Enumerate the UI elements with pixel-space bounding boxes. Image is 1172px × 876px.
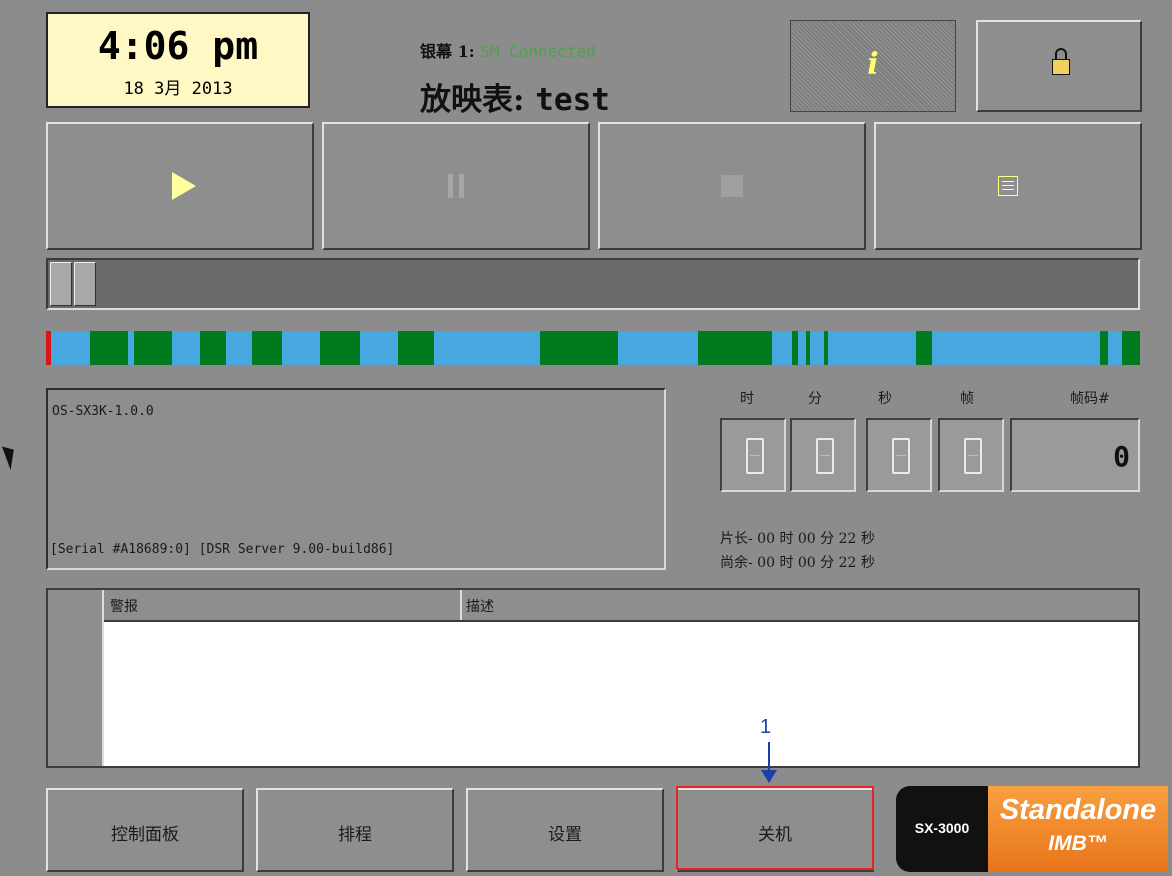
screen-label: 银幕 1: xyxy=(420,42,481,61)
system-log-panel: OS-SX3K-1.0.0 [Serial #A18689:0] [DSR Se… xyxy=(46,388,666,570)
description-column-label: 描述 xyxy=(466,599,494,615)
alarm-row-header-column xyxy=(48,590,104,766)
list-icon xyxy=(998,176,1018,196)
tc-header-frames: 帧 xyxy=(960,391,974,407)
annotation-arrow-line xyxy=(768,742,770,772)
tc-seconds-box xyxy=(866,418,932,492)
lock-button[interactable] xyxy=(976,20,1142,112)
timeline-segment xyxy=(1100,331,1108,365)
info-icon: i xyxy=(867,47,879,82)
timeline-segment xyxy=(134,331,172,365)
info-button[interactable]: i xyxy=(790,20,956,112)
brand-name-block: Standalone IMB™ xyxy=(988,786,1168,872)
clock-date: 18 3月 2013 xyxy=(123,79,233,99)
alarm-table-body xyxy=(104,622,1138,766)
timeline-marker-start xyxy=(46,331,51,365)
tab-label: 控制面板 xyxy=(111,825,179,845)
stop-button[interactable] xyxy=(598,122,866,250)
framecode-box: 0 xyxy=(1010,418,1140,492)
tc-header-framecode: 帧码# xyxy=(1070,391,1110,407)
brand-line1: Standalone xyxy=(999,794,1157,826)
seven-segment-digit xyxy=(746,438,764,474)
brand-logo: SX-3000 Standalone IMB™ xyxy=(896,786,1168,872)
duration-remaining: 尚余- 00 时 00 分 22 秒 xyxy=(720,555,875,571)
slider-thumb-right[interactable] xyxy=(74,262,96,306)
screen-status: 银幕 1: SM Connected xyxy=(420,38,596,62)
timeline-segment xyxy=(320,331,360,365)
seven-segment-digit xyxy=(816,438,834,474)
seven-segment-digit xyxy=(892,438,910,474)
alarm-table-header: 警报 描述 xyxy=(104,590,1138,622)
tab-settings[interactable]: 设置 xyxy=(466,788,664,872)
brand-model-block: SX-3000 xyxy=(896,786,988,872)
annotation-number: 1 xyxy=(760,716,772,738)
timeline-segment xyxy=(698,331,772,365)
playlist-title: 放映表: test xyxy=(420,74,610,119)
duration-length: 片长- 00 时 00 分 22 秒 xyxy=(720,531,875,547)
alarm-table: 警报 描述 xyxy=(46,588,1140,768)
tc-hours-box xyxy=(720,418,786,492)
timeline-segment xyxy=(792,331,798,365)
tc-minutes-box xyxy=(790,418,856,492)
play-icon xyxy=(172,172,196,200)
tc-header-seconds: 秒 xyxy=(878,391,892,407)
tab-control-panel[interactable]: 控制面板 xyxy=(46,788,244,872)
tab-schedule[interactable]: 排程 xyxy=(256,788,454,872)
play-button[interactable] xyxy=(46,122,314,250)
brand-line2: IMB™ xyxy=(1048,832,1108,855)
alarm-column-header[interactable]: 警报 xyxy=(104,590,462,620)
timeline-segment xyxy=(806,331,810,365)
arrow-down-icon xyxy=(761,770,777,783)
seven-segment-digit xyxy=(964,438,982,474)
tc-frames-box xyxy=(938,418,1004,492)
stop-icon xyxy=(721,175,743,197)
slider-thumb-left[interactable] xyxy=(50,262,72,306)
tc-header-hours: 时 xyxy=(740,391,754,407)
software-version: OS-SX3K-1.0.0 xyxy=(52,404,154,419)
tab-label: 排程 xyxy=(338,825,372,845)
pause-button[interactable] xyxy=(322,122,590,250)
timeline-segment xyxy=(824,331,828,365)
alarm-column-label: 警报 xyxy=(110,599,138,615)
clock-display: 4:06 pm 18 3月 2013 xyxy=(46,12,310,108)
connection-status: SM Connected xyxy=(480,42,596,61)
projector-ui: 4:06 pm 18 3月 2013 银幕 1: SM Connected 放映… xyxy=(0,0,1172,876)
server-info: [Serial #A18689:0] [DSR Server 9.00-buil… xyxy=(50,542,395,557)
clock-time: 4:06 pm xyxy=(97,24,259,68)
lock-icon xyxy=(1052,48,1070,78)
brand-model: SX-3000 xyxy=(914,820,970,836)
tc-header-minutes: 分 xyxy=(808,391,822,407)
timeline-segment xyxy=(540,331,618,365)
timeline-segment xyxy=(90,331,128,365)
highlight-box xyxy=(676,786,874,870)
timeline-segment xyxy=(252,331,282,365)
playlist-label: 放映表: xyxy=(420,82,536,118)
pause-icon xyxy=(448,174,464,198)
timeline-segment xyxy=(200,331,226,365)
timeline-segment xyxy=(1122,331,1140,365)
playlist-name: test xyxy=(535,82,610,118)
timeline-segment xyxy=(398,331,434,365)
tab-label: 设置 xyxy=(548,825,582,845)
timeline-segment xyxy=(916,331,932,365)
playlist-timeline xyxy=(46,331,1140,365)
playlist-button[interactable] xyxy=(874,122,1142,250)
framecode-value: 0 xyxy=(1113,440,1130,473)
playback-progress-slider[interactable] xyxy=(46,258,1140,310)
description-column-header[interactable]: 描述 xyxy=(462,590,1138,620)
